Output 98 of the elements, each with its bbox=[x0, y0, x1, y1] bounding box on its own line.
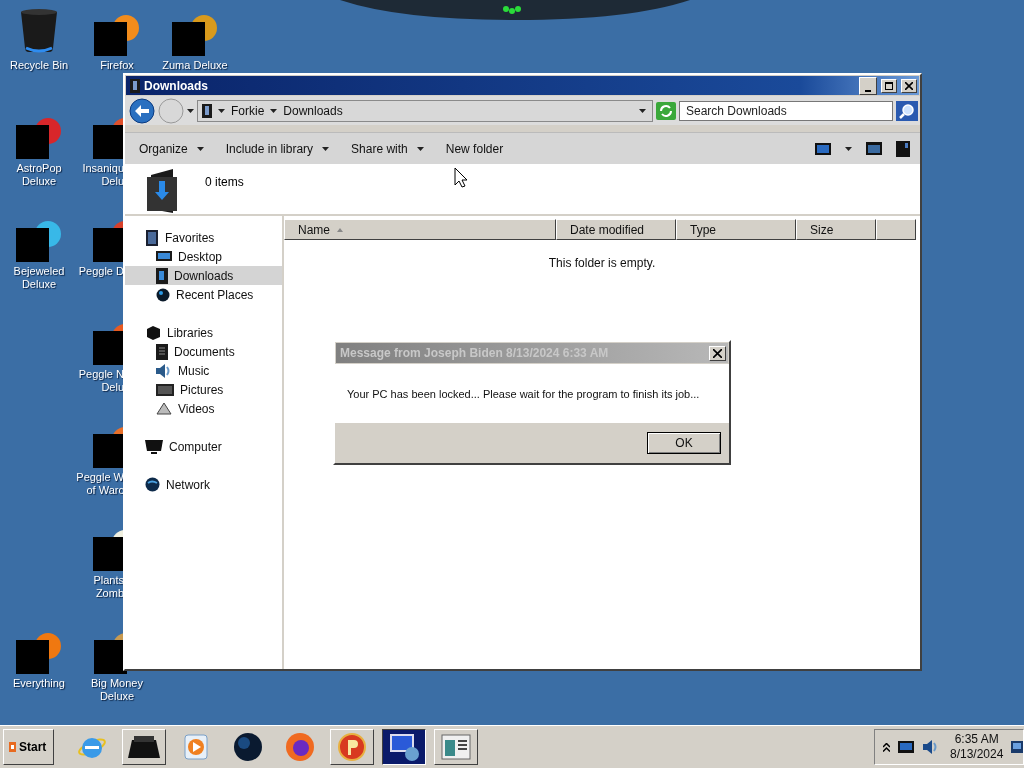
preview-pane-icon[interactable] bbox=[866, 142, 882, 155]
close-icon bbox=[713, 348, 722, 358]
fox-logo-icon bbox=[285, 732, 315, 762]
icon-label: Insaniqu Delu bbox=[81, 162, 124, 188]
search-field[interactable]: Search Downloads bbox=[679, 100, 893, 121]
icon-label: Peggle D bbox=[77, 265, 124, 278]
menu-button[interactable]: Organize bbox=[139, 141, 204, 156]
flag-icon bbox=[9, 742, 16, 752]
icon-label: Bejeweled Deluxe bbox=[12, 265, 66, 291]
nav-item[interactable]: Computer bbox=[125, 437, 282, 456]
close-button[interactable] bbox=[901, 78, 917, 93]
nav-item[interactable]: Videos bbox=[125, 399, 282, 418]
folder-icon bbox=[202, 103, 212, 118]
column-header[interactable]: Name bbox=[284, 219, 556, 240]
nav-item[interactable]: Network bbox=[125, 475, 282, 494]
search-button[interactable] bbox=[896, 100, 918, 121]
caret-icon bbox=[322, 146, 330, 151]
caret-icon bbox=[270, 108, 278, 113]
box-icon bbox=[128, 734, 160, 760]
taskbar-button[interactable] bbox=[382, 729, 426, 765]
toolbar-button[interactable]: New folder bbox=[445, 141, 504, 156]
nav-item[interactable]: Favorites bbox=[125, 228, 282, 247]
globe-icon bbox=[145, 477, 160, 492]
redacted-icon bbox=[16, 115, 62, 159]
redacted-icon bbox=[94, 12, 140, 56]
p-ball-icon bbox=[337, 732, 367, 762]
nav-item[interactable]: Desktop bbox=[125, 247, 282, 266]
document-icon bbox=[156, 343, 168, 360]
redacted-icon bbox=[16, 218, 62, 262]
minimize-button[interactable] bbox=[859, 76, 877, 95]
nav-item[interactable]: Downloads bbox=[125, 266, 282, 285]
play-icon bbox=[183, 733, 209, 761]
cursor-icon bbox=[454, 167, 467, 188]
nav-item[interactable]: Libraries bbox=[125, 323, 282, 342]
window-title: Downloads bbox=[144, 78, 209, 93]
menu-button[interactable]: Share with bbox=[351, 141, 424, 156]
redacted-icon bbox=[172, 12, 218, 56]
message-text: Your PC has been locked... Please wait for the program to finish its job... bbox=[335, 364, 729, 423]
icon-label: Big Money Deluxe bbox=[90, 677, 144, 703]
breadcrumb[interactable]: Forkie bbox=[231, 103, 265, 118]
column-header[interactable]: Type bbox=[676, 219, 796, 240]
icon-label: Zuma Deluxe bbox=[161, 59, 229, 72]
caret-icon bbox=[416, 146, 424, 151]
icon-label: Recycle Bin bbox=[8, 59, 70, 72]
globe-icon bbox=[156, 287, 170, 302]
close-icon bbox=[905, 81, 913, 90]
refresh-button[interactable] bbox=[656, 101, 676, 120]
monitor-icon[interactable] bbox=[898, 741, 914, 753]
caret-icon bbox=[187, 108, 194, 113]
caret-icon bbox=[196, 146, 204, 151]
caret-icon bbox=[639, 108, 646, 113]
nav-item[interactable]: Recent Places bbox=[125, 285, 282, 304]
monitor-icon bbox=[145, 438, 163, 455]
remote-desktop-icon bbox=[388, 732, 420, 762]
trash-bin-icon bbox=[19, 8, 59, 54]
view-icon[interactable] bbox=[815, 142, 831, 155]
icon-label: Firefox bbox=[99, 59, 135, 72]
folder-icon bbox=[156, 267, 168, 284]
breadcrumb[interactable]: Downloads bbox=[283, 103, 343, 118]
menu-button[interactable]: Include in library bbox=[225, 141, 330, 156]
globe-icon bbox=[233, 732, 263, 762]
maximize-icon bbox=[885, 81, 893, 90]
chevron-up-icon[interactable] bbox=[883, 742, 890, 752]
column-header bbox=[876, 219, 916, 240]
help-icon[interactable] bbox=[896, 140, 910, 157]
photo-frame-icon bbox=[156, 382, 174, 397]
start-button[interactable]: Start bbox=[3, 729, 54, 765]
clock-time: 6:35 AM bbox=[954, 732, 999, 747]
notification-icon[interactable] bbox=[1011, 741, 1024, 753]
window-icon bbox=[441, 733, 471, 761]
folder-icon bbox=[130, 78, 140, 93]
icon-label: Peggle N Delu bbox=[77, 368, 124, 394]
clock-date: 8/13/2024 bbox=[950, 747, 1004, 762]
folder-download-icon bbox=[147, 169, 179, 213]
redacted-icon bbox=[16, 630, 62, 674]
minimize-icon bbox=[865, 89, 871, 92]
caret-icon bbox=[845, 146, 852, 151]
nav-item[interactable]: Music bbox=[125, 361, 282, 380]
caret-icon bbox=[218, 108, 225, 113]
column-header[interactable]: Size bbox=[796, 219, 876, 240]
monitor-icon bbox=[156, 249, 172, 264]
nav-item[interactable]: Documents bbox=[125, 342, 282, 361]
ok-button[interactable]: OK bbox=[647, 432, 721, 454]
maximize-button[interactable] bbox=[881, 78, 897, 93]
column-header[interactable]: Date modified bbox=[556, 219, 676, 240]
speaker-icon bbox=[156, 363, 172, 378]
icon-label: AstroPop Deluxe bbox=[15, 162, 63, 188]
icon-label: Plants Zomb bbox=[92, 574, 124, 600]
back-button[interactable] bbox=[129, 97, 155, 124]
nav-item[interactable]: Pictures bbox=[125, 380, 282, 399]
icon-label: Peggle W of Warc bbox=[75, 471, 124, 497]
icon-label: Everything bbox=[12, 677, 66, 690]
sort-arrow-icon bbox=[337, 227, 343, 232]
close-button[interactable] bbox=[709, 345, 726, 361]
address-bar[interactable]: Forkie Downloads bbox=[197, 99, 653, 122]
speaker-icon[interactable] bbox=[922, 739, 938, 755]
empty-message: This folder is empty. bbox=[548, 256, 656, 270]
item-count: 0 items bbox=[205, 175, 244, 189]
